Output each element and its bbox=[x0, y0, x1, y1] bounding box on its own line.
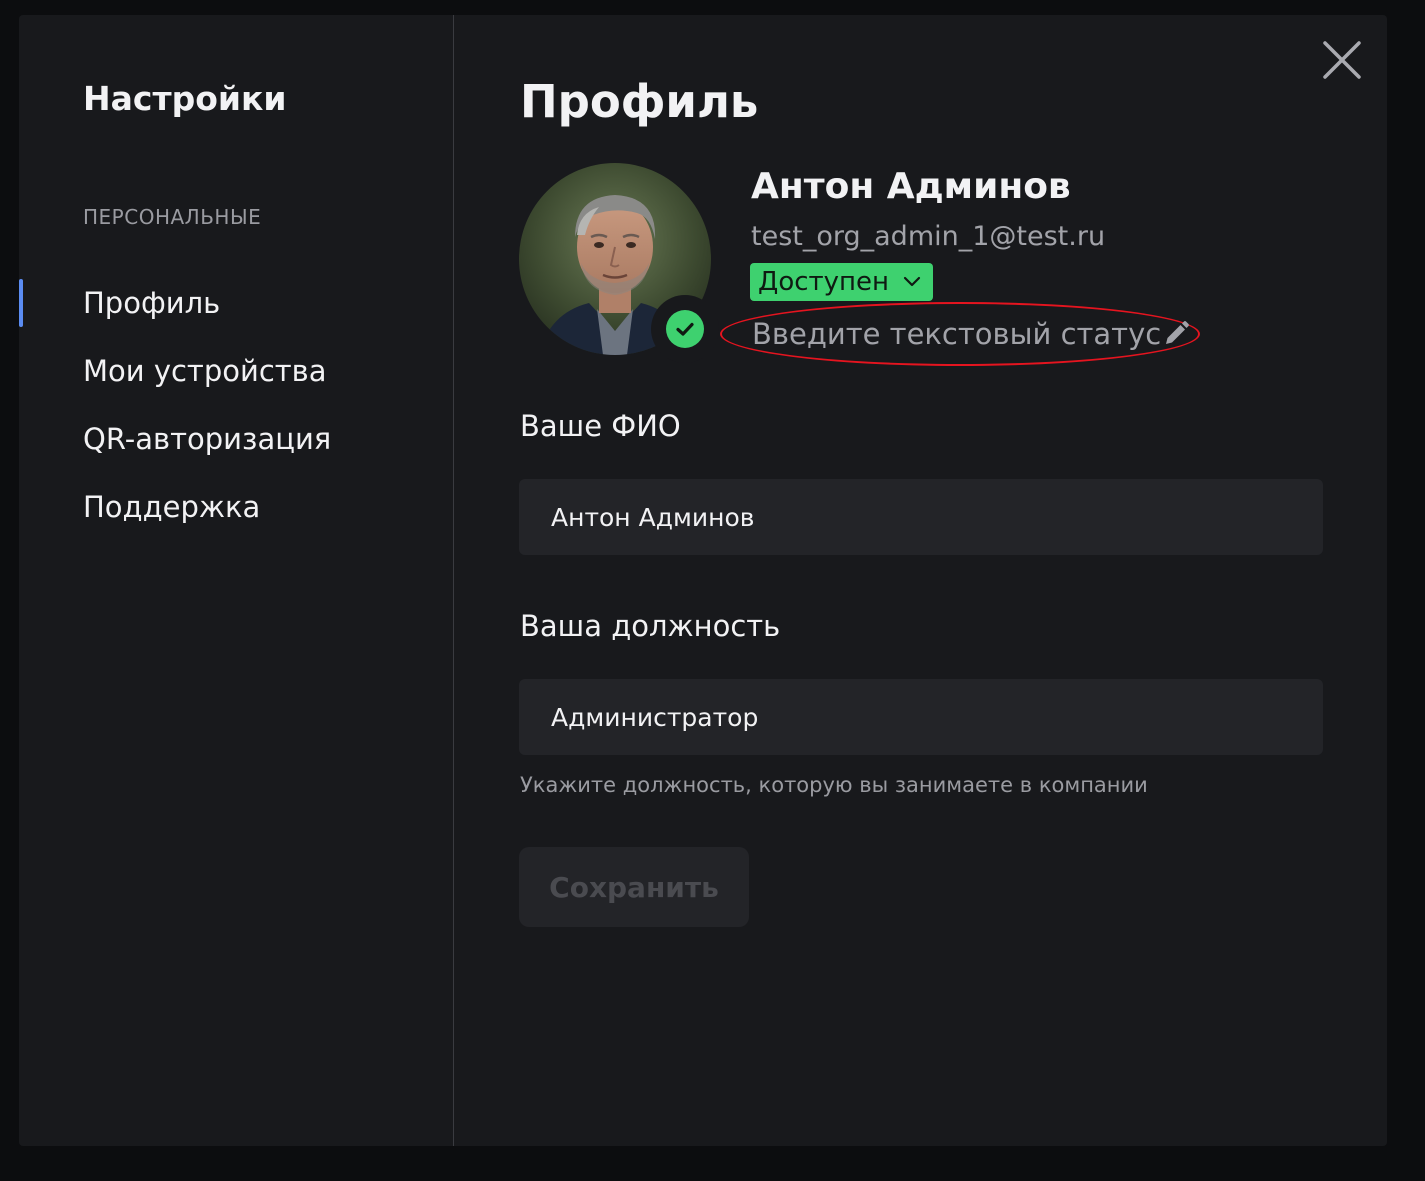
chevron-down-icon bbox=[903, 276, 921, 287]
text-status-placeholder: Введите текстовый статус bbox=[752, 317, 1162, 351]
close-button[interactable] bbox=[1321, 39, 1363, 81]
position-input[interactable] bbox=[519, 679, 1323, 755]
sidebar-item-support[interactable]: Поддержка bbox=[19, 481, 453, 549]
settings-sidebar: Настройки ПЕРСОНАЛЬНЫЕ Профиль Мои устро… bbox=[19, 15, 454, 1146]
position-label: Ваша должность bbox=[520, 609, 781, 643]
presence-status-dropdown[interactable]: Доступен bbox=[750, 263, 934, 301]
sidebar-title: Настройки bbox=[83, 79, 287, 118]
save-button[interactable]: Сохранить bbox=[519, 847, 749, 927]
fio-label: Ваше ФИО bbox=[520, 409, 681, 443]
fio-input[interactable] bbox=[519, 479, 1323, 555]
position-hint: Укажите должность, которую вы занимаете … bbox=[520, 773, 1148, 797]
user-name: Антон Админов bbox=[751, 166, 1071, 207]
presence-indicator bbox=[651, 295, 719, 363]
sidebar-item-qr-auth[interactable]: QR-авторизация bbox=[19, 413, 453, 481]
avatar-container bbox=[519, 163, 719, 363]
profile-content: Профиль Антон Админов test_org_admin_1@t… bbox=[454, 15, 1387, 1146]
presence-status-label: Доступен bbox=[758, 267, 890, 297]
check-icon bbox=[676, 322, 694, 336]
sidebar-item-profile[interactable]: Профиль bbox=[19, 277, 453, 345]
user-email: test_org_admin_1@test.ru bbox=[751, 221, 1106, 252]
pencil-icon bbox=[1166, 321, 1189, 344]
sidebar-item-devices[interactable]: Мои устройства bbox=[19, 345, 453, 413]
close-icon bbox=[1323, 41, 1361, 79]
text-status-field[interactable]: Введите текстовый статус bbox=[720, 302, 1200, 366]
sidebar-nav: Профиль Мои устройства QR-авторизация По… bbox=[19, 277, 453, 549]
settings-modal: Настройки ПЕРСОНАЛЬНЫЕ Профиль Мои устро… bbox=[19, 15, 1387, 1146]
section-label-personal: ПЕРСОНАЛЬНЫЕ bbox=[83, 205, 262, 229]
page-title: Профиль bbox=[520, 75, 759, 128]
